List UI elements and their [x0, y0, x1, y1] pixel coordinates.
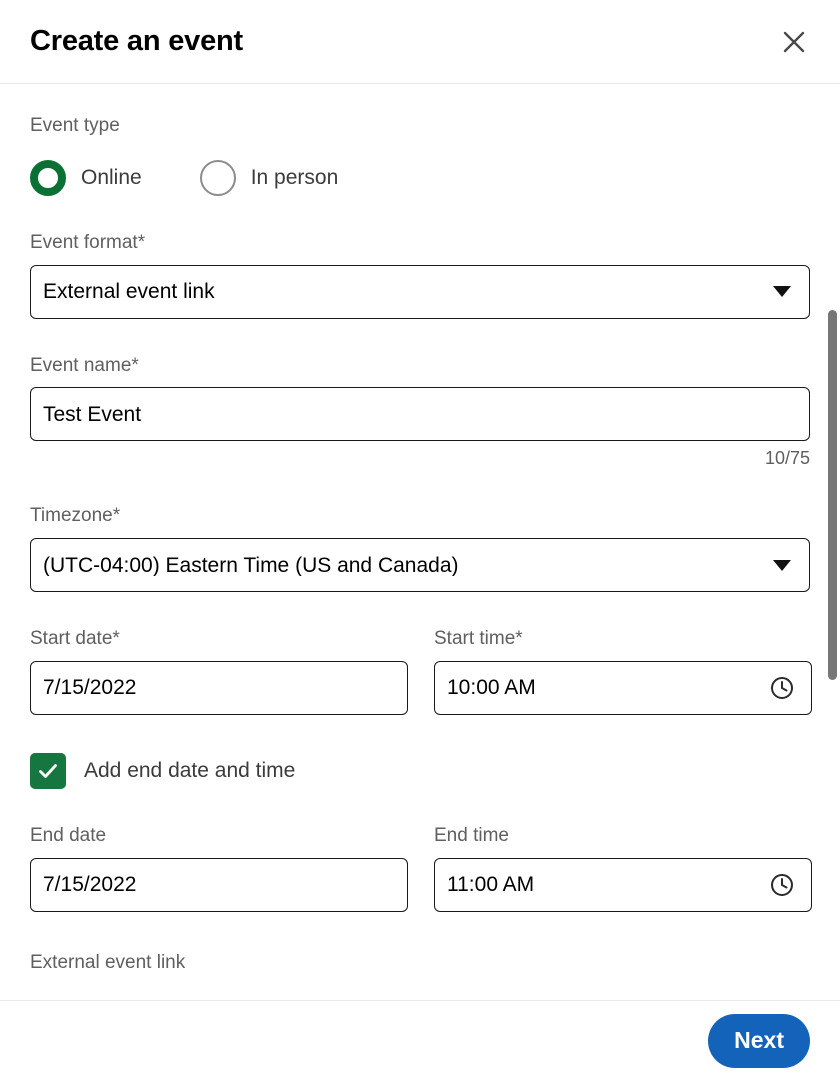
event-format-select[interactable]: External event link	[30, 265, 810, 319]
radio-in-person-indicator[interactable]	[200, 160, 236, 196]
start-date-label: Start date*	[30, 627, 408, 651]
event-type-group: Event type Online In person	[30, 84, 810, 196]
radio-online-label: Online	[81, 167, 142, 188]
next-button[interactable]: Next	[708, 1014, 810, 1068]
radio-in-person-label: In person	[251, 167, 339, 188]
timezone-label: Timezone*	[30, 504, 810, 528]
start-date-value: 7/15/2022	[43, 677, 395, 698]
modal-header: Create an event	[0, 0, 840, 84]
external-event-link-label: External event link	[30, 952, 810, 974]
event-format-group: Event format* External event link	[30, 231, 810, 319]
add-end-datetime-label: Add end date and time	[84, 760, 295, 781]
end-date-group: End date 7/15/2022	[30, 824, 408, 912]
close-icon	[779, 27, 809, 57]
end-date-value: 7/15/2022	[43, 874, 395, 895]
clock-icon[interactable]	[769, 675, 795, 701]
radio-option-online[interactable]: Online	[30, 160, 142, 196]
start-time-label: Start time*	[434, 627, 812, 651]
close-button[interactable]	[770, 18, 818, 66]
event-name-char-counter: 10/75	[30, 448, 810, 469]
start-time-value: 10:00 AM	[447, 677, 769, 698]
modal-body: Event type Online In person Event format…	[0, 84, 840, 1000]
page-title: Create an event	[30, 26, 243, 58]
checkbox-indicator[interactable]	[30, 753, 66, 789]
chevron-down-icon	[773, 560, 791, 571]
event-name-label: Event name*	[30, 354, 810, 378]
timezone-select[interactable]: (UTC-04:00) Eastern Time (US and Canada)	[30, 538, 810, 592]
start-time-group: Start time* 10:00 AM	[434, 627, 812, 715]
start-datetime-row: Start date* 7/15/2022 Start time* 10:00 …	[30, 627, 810, 715]
radio-option-in-person[interactable]: In person	[200, 160, 339, 196]
event-format-label: Event format*	[30, 231, 810, 255]
end-time-value: 11:00 AM	[447, 874, 769, 895]
event-type-radio-group: Online In person	[30, 160, 810, 196]
modal-footer: Next	[0, 1000, 840, 1080]
scrollbar-track[interactable]	[826, 84, 840, 1000]
end-time-group: End time 11:00 AM	[434, 824, 812, 912]
radio-online-indicator[interactable]	[30, 160, 66, 196]
start-date-group: Start date* 7/15/2022	[30, 627, 408, 715]
clock-icon[interactable]	[769, 872, 795, 898]
end-datetime-row: End date 7/15/2022 End time 11:00 AM	[30, 824, 810, 912]
create-event-modal: Create an event Event type Online In per…	[0, 0, 840, 1080]
end-date-input[interactable]: 7/15/2022	[30, 858, 408, 912]
end-time-label: End time	[434, 824, 812, 848]
event-format-value: External event link	[43, 281, 773, 302]
checkmark-icon	[36, 759, 60, 783]
scrollbar-thumb[interactable]	[828, 310, 837, 680]
event-type-label: Event type	[30, 114, 810, 138]
timezone-value: (UTC-04:00) Eastern Time (US and Canada)	[43, 555, 773, 576]
end-date-label: End date	[30, 824, 408, 848]
end-time-input[interactable]: 11:00 AM	[434, 858, 812, 912]
event-name-input[interactable]: Test Event	[30, 387, 810, 441]
add-end-datetime-checkbox[interactable]: Add end date and time	[30, 753, 810, 789]
event-name-value: Test Event	[43, 404, 797, 425]
event-name-group: Event name* Test Event 10/75	[30, 354, 810, 470]
chevron-down-icon	[773, 286, 791, 297]
start-time-input[interactable]: 10:00 AM	[434, 661, 812, 715]
timezone-group: Timezone* (UTC-04:00) Eastern Time (US a…	[30, 504, 810, 592]
start-date-input[interactable]: 7/15/2022	[30, 661, 408, 715]
